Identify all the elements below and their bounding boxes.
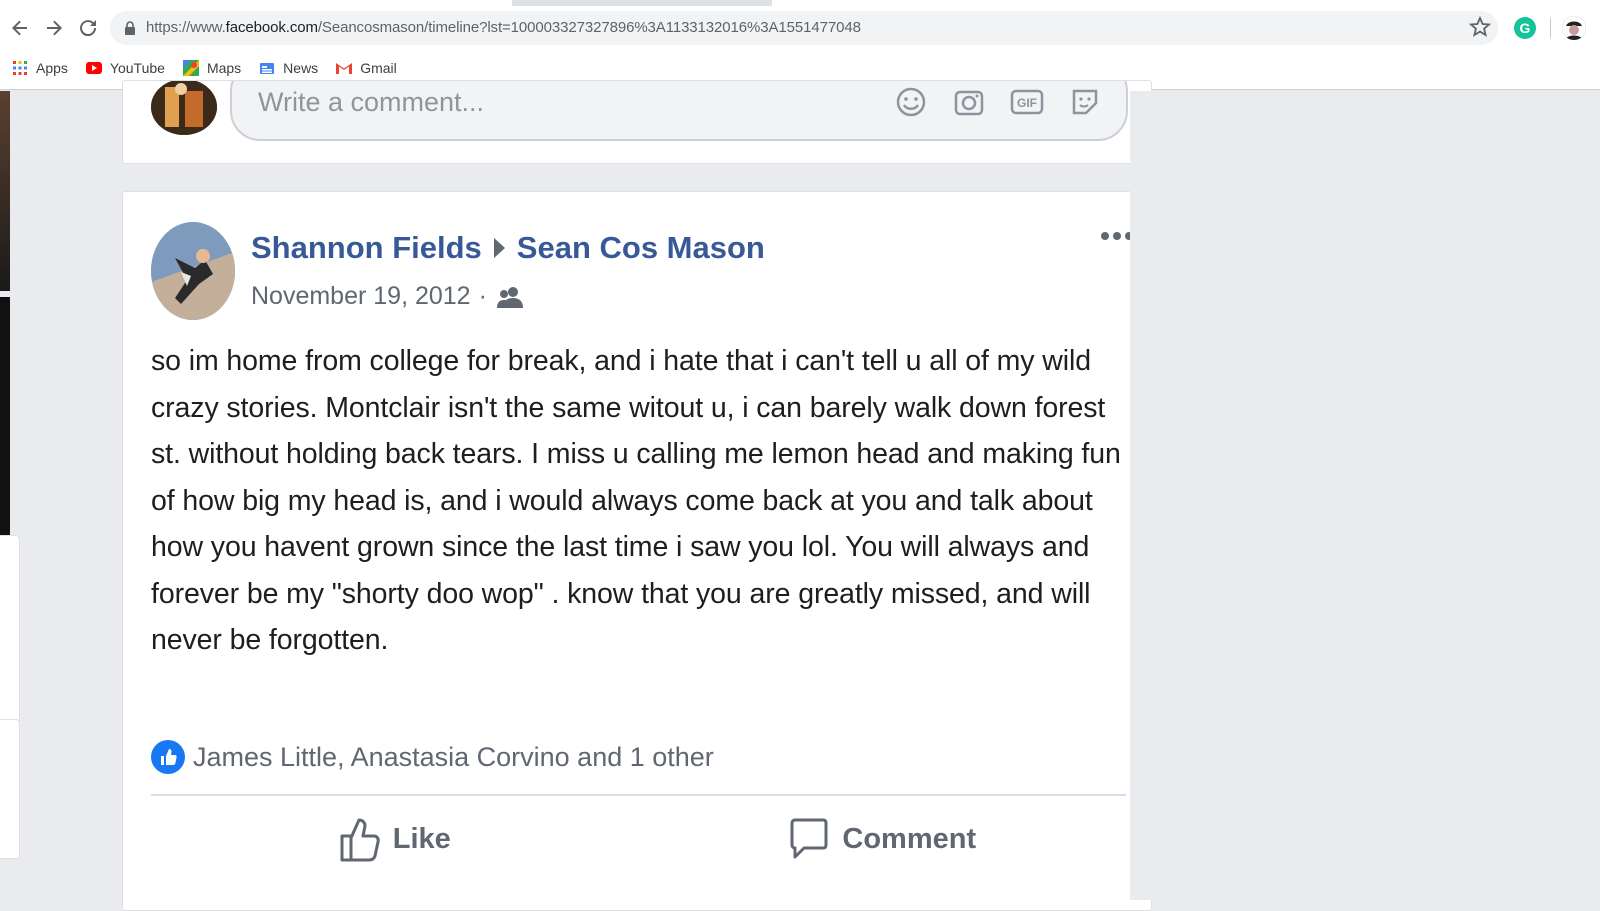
maps-icon [182,60,199,76]
bookmark-label: News [283,60,319,76]
photo-button[interactable] [952,85,986,119]
url-host: facebook.com [225,19,318,36]
reload-icon [80,20,97,37]
browser-chrome: https://www.facebook.com/Seancosmason/ti… [0,0,1600,90]
tab-edge [772,0,1600,6]
cover-photo-fragment [0,91,10,291]
post-date-link[interactable]: November 19, 2012 [251,282,471,311]
bookmark-youtube[interactable]: YouTube [85,60,165,76]
bookmark-apps[interactable]: Apps [12,60,68,76]
dot [1113,232,1121,240]
timeline-column: Write a comment... GIF Shannon Fields Se… [48,80,1152,911]
camera-icon [954,90,984,116]
reactions-text: James Little, Anastasia Corvino and 1 ot… [193,741,714,772]
comment-input[interactable]: Write a comment... GIF [230,81,1128,141]
url-prefix: https://www. [146,19,226,36]
meta-separator: · [478,282,487,310]
target-name-link[interactable]: Sean Cos Mason [517,230,765,266]
speech-bubble-icon [790,818,828,859]
svg-text:GIF: GIF [1017,96,1037,110]
youtube-icon [85,60,102,76]
reactions-summary[interactable]: James Little, Anastasia Corvino and 1 ot… [151,740,714,774]
bookmark-gmail[interactable]: Gmail [336,60,397,76]
post-meta: November 19, 2012 · [251,282,523,311]
comment-label: Comment [842,822,977,855]
url-path: /Seancosmason/timeline?lst=1000033273278… [317,19,861,36]
apps-grid-icon [12,60,28,76]
photo-fragment [0,297,10,535]
bookmark-label: Maps [206,60,242,76]
sticker-button[interactable] [1068,85,1102,119]
grammarly-extension-icon[interactable]: G [1514,17,1536,39]
author-avatar[interactable] [151,222,235,320]
emoji-icon [896,87,926,117]
left-column-edge [0,91,20,900]
bookmark-news[interactable]: News [259,60,318,76]
bookmark-label: YouTube [109,60,165,76]
author-name-link[interactable]: Shannon Fields [251,230,482,266]
url-text: https://www.facebook.com/Seancosmason/ti… [146,19,861,36]
post-header: Shannon Fields Sean Cos Mason [251,230,765,266]
right-sidebar [1130,91,1600,900]
reload-button[interactable] [74,14,102,42]
triangle-arrow-icon [493,238,505,258]
post-actions: Like Comment [151,810,1126,868]
gif-icon: GIF [1010,89,1044,115]
sticker-icon [1072,89,1098,115]
actions-divider [151,794,1126,796]
dot [1101,232,1109,240]
forward-button[interactable] [40,14,68,42]
post-body-text: so im home from college for break, and i… [151,345,1121,656]
address-bar[interactable]: https://www.facebook.com/Seancosmason/ti… [110,11,1498,45]
emoji-button[interactable] [894,85,928,119]
comment-composer-card: Write a comment... GIF [122,80,1152,164]
profile-avatar[interactable] [1562,16,1586,40]
profile-picture-icon [1562,16,1586,40]
tab-active-edge [0,0,512,6]
bookmark-label: Apps [36,60,68,76]
like-reaction-icon [151,740,185,774]
news-icon [259,60,275,76]
friends-icon[interactable] [496,286,523,308]
back-arrow-icon [12,20,27,36]
comment-tools: GIF [894,85,1102,119]
thumbs-up-icon [340,818,380,862]
bookmark-maps[interactable]: Maps [182,60,242,76]
toolbar-divider [1550,18,1551,38]
gif-button[interactable]: GIF [1010,85,1044,119]
gmail-icon [336,60,353,76]
back-button[interactable] [6,14,34,42]
bookmark-label: Gmail [360,60,397,76]
post-options-button[interactable] [1101,232,1133,240]
tab-strip [0,0,1600,6]
bookmarks-bar: Apps YouTube Maps News Gmail [0,56,403,80]
bookmark-star-icon[interactable] [1468,15,1492,39]
like-button[interactable]: Like [151,810,639,868]
timeline-post: Shannon Fields Sean Cos Mason November 1… [122,191,1152,911]
like-label: Like [392,822,451,855]
forward-arrow-icon [47,20,62,36]
comment-button[interactable]: Comment [639,810,1127,868]
commenter-avatar [151,81,217,135]
lock-icon [125,21,135,35]
comment-placeholder: Write a comment... [258,87,485,117]
side-card-fragment [0,719,20,859]
